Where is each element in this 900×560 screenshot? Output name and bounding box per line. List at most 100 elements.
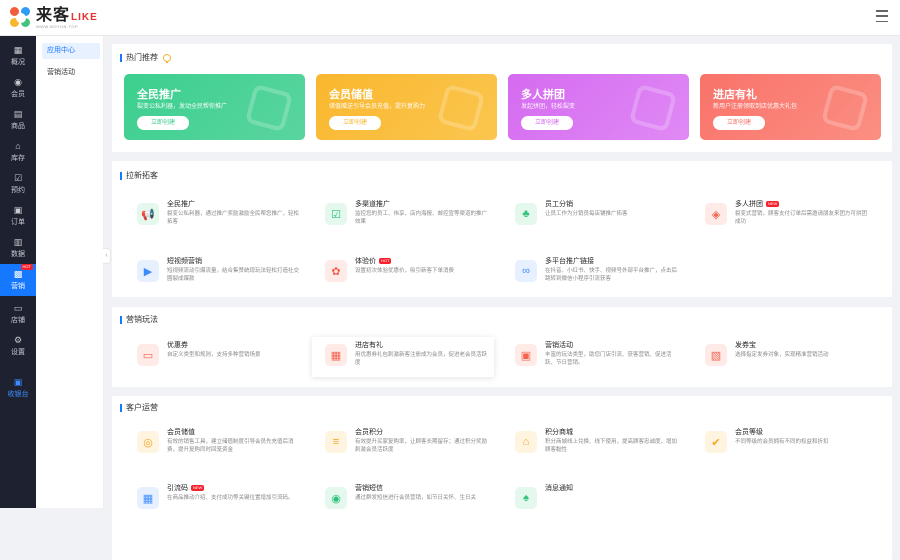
create-now-button[interactable]: 立即创建 [521,116,573,130]
sidebar-item-6[interactable]: ▥ 数据 [0,232,36,264]
section-title: 客户运营 [120,402,158,413]
sidebar-item-2[interactable]: ▤ 商品 [0,104,36,136]
sidebar-item-9[interactable]: ⚙ 设置 [0,330,36,362]
vip-level-icon: ✔ [705,431,727,453]
org-icon: ♣ [515,203,537,225]
data-icon: ▥ [13,237,23,247]
sidebar-item-label: 设置 [11,349,25,356]
sidebar-item-0[interactable]: ▦ 概况 [0,40,36,72]
section-panel-customer-ops: 客户运营 ◎ 会员储值 有效的销售工具，建立储值制度引导会员先充值后消费，提升复购同… [112,396,892,560]
card-title: 体验价 [355,258,376,265]
top-bar: 来客LIKE WWW.BOYUN.TOP [0,0,900,36]
user-icon: ◉ [14,77,22,87]
create-now-button[interactable]: 立即创建 [713,116,765,130]
price-tag-icon: ✿ [325,260,347,282]
subnav-marketing-activities[interactable]: 营销活动 [42,65,100,81]
collapse-sidebar-button[interactable]: ‹ [103,248,111,264]
sms-icon: ◉ [325,487,347,509]
bell-icon: ♠ [515,487,537,509]
card-description: 丰富的玩法类型，助您门店引流、获客营销、促进活跃、节日营销。 [545,352,672,366]
calendar-check-icon: ☑ [13,173,23,183]
banner-title: 进店有礼 [713,89,757,101]
sidebar-item-8[interactable]: ▭ 店铺 [0,298,36,330]
sidebar-item-3[interactable]: ⌂ 库存 [0,136,36,168]
card-title: 会员等级 [735,429,763,436]
promo-banner[interactable]: 多人拼团 发起拼团，轻松裂变 立即创建 [508,74,689,140]
logo[interactable]: 来客LIKE WWW.BOYUN.TOP [10,6,98,30]
card-description: 有效的销售工具，建立储值制度引导会员先充值后消费，提升复购同时回笼资金 [167,439,294,453]
subnav-app-center[interactable]: 应用中心 [42,43,100,59]
app-card[interactable]: ▭ 优惠券 自定义类型和规则，支持多种营销场景 [124,337,306,377]
card-description: 设置初次体验优惠价，吸引新客下单消费 [355,268,455,274]
card-title-row: 会员储值 [167,427,195,437]
sidebar-item-5[interactable]: ▣ 订单 [0,200,36,232]
banner-decoration-icon [630,85,676,131]
card-title-row: 会员积分 [355,427,383,437]
sidebar-item-label: 概况 [11,59,25,66]
video-icon: ▶ [137,260,159,282]
card-title: 短视频营销 [167,258,202,265]
app-card[interactable]: ◎ 会员储值 有效的销售工具，建立储值制度引导会员先充值后消费，提升复购同时回笼资金 [124,424,306,464]
promo-banner[interactable]: 全民推广裂变公私利器，发动全民帮你推广立即创建 [124,74,305,140]
card-title: 营销活动 [545,342,573,349]
banner-title: 全民推广 [137,89,181,101]
create-now-button[interactable]: 立即创建 [137,116,189,130]
megaphone-icon: 📢 [137,203,159,225]
app-card[interactable]: 📢 全民推广 裂变公私利器，通过推广奖励激励全民帮您推广，轻松拓客 [124,196,306,236]
grid-icon: ▦ [13,45,23,55]
banner-decoration-icon [246,85,292,131]
card-description: 裂变式营销，顾客支付订单后需邀请朋友来团方可拼团成功 [735,211,868,225]
banner-subtitle: 发起拼团，轻松裂变 [521,104,576,110]
sidebar-item-4[interactable]: ☑ 预约 [0,168,36,200]
card-title: 员工分销 [545,201,573,208]
app-card[interactable]: ⌂ 积分商城 积分商城线上兑换、线下使用，提高顾客忠诚度，增加顾客黏性 [502,424,684,464]
home-icon: ⌂ [15,141,21,151]
promo-banner[interactable]: 会员储值 储值赠送引导会员充值，提升复购力 立即创建 [316,74,497,140]
app-card[interactable]: ◉ 营销短信 通过群发短信进行会员营销，如节日关怀、生日关 [312,480,494,520]
app-card[interactable]: ∞ 多平台推广链接 在抖音、小红书、快手、视频号外部平台推广，点击后跳转到微信小程序… [502,253,684,293]
app-card[interactable]: ☑ 多渠道推广 监控您的员工、伟享、店内海报、邮控宣等渠道的推广效果 [312,196,494,236]
menu-toggle-icon[interactable] [876,10,888,22]
banner-subtitle: 新用户注册领取到店优惠大礼包 [713,104,798,110]
card-description: 监控您的员工、伟享、店内海报、邮控宣等渠道的推广效果 [355,211,488,225]
card-badge: NEW [766,201,780,207]
app-card[interactable]: ▶ 短视频营销 短视频流动引爆流量，结合集赞统现玩法轻松打造社交圈裂成爆款 [124,253,306,293]
app-card[interactable]: ▦ 进店有礼 用优惠券礼包刺激新客注册成为会员，促进老会员活跃度 [312,337,494,377]
sidebar-item-label: 收银台 [7,391,29,398]
app-card[interactable]: ✿ 体验价 HOT 设置初次体验优惠价，吸引新客下单消费 [312,253,494,293]
logo-sub-text: WWW.BOYUN.TOP [36,23,79,29]
card-title: 消息通知 [545,485,573,492]
card-title-row: 多渠道推广 [355,199,390,209]
app-card[interactable]: ♣ 员工分销 让员工作为分销员每店铺推广拓客 [502,196,684,236]
app-card[interactable]: ◈ 多人拼团 NEW 裂变式营销，顾客支付订单后需邀请朋友来团方可拼团成功 [692,196,874,236]
sidebar-item-label: 店铺 [11,317,25,324]
card-title: 多渠道推广 [355,201,390,208]
section-title: 营销玩法 [120,314,158,325]
card-title: 积分商城 [545,429,573,436]
sidebar-item-label: 数据 [11,251,25,258]
logo-main-text: 来客 [36,6,71,24]
sidebar-item-7[interactable]: ▩ 营销 HOT [0,264,36,296]
app-card[interactable]: ≡ 会员积分 有效提升买家复购率，让顾客长期留存；通过积分奖励刺激会员活跃度 [312,424,494,464]
app-card[interactable]: ▦ 引流码 NEW 在商品推动介绍、支付成功等关键位置增加引流码。 [124,480,306,520]
sidebar-item-1[interactable]: ◉ 会员 [0,72,36,104]
app-card[interactable]: ▧ 发券宝 选择指定发券对象，实现精准营销活动 [692,337,874,377]
card-title-row: 多人拼团 NEW [735,199,780,209]
voucher-icon: ▧ [705,344,727,366]
promo-banner[interactable]: 进店有礼新用户注册领取到店优惠大礼包立即创建 [700,74,881,140]
banner-title: 会员储值 [329,89,373,101]
app-card[interactable]: ♠ 消息通知 [502,480,684,520]
sidebar-item-10[interactable]: ▣ 收银台 [0,372,36,404]
hot-badge: HOT [20,264,33,270]
card-description: 裂变公私利器，通过推广奖励激励全民帮您推广，轻松拓客 [167,211,300,225]
app-card[interactable]: ✔ 会员等级 不同等级的会员拥有不同的权益和折扣 [692,424,874,464]
cashier-icon: ▣ [13,377,23,387]
create-now-button[interactable]: 立即创建 [329,116,381,130]
card-title-row: 进店有礼 [355,340,383,350]
card-title: 进店有礼 [355,342,383,349]
card-title: 优惠券 [167,342,188,349]
banner-subtitle: 裂变公私利器，发动全民帮你推广 [137,104,228,110]
section-title: 拉新拓客 [120,170,158,181]
app-card[interactable]: ▣ 营销活动 丰富的玩法类型，助您门店引流、获客营销、促进活跃、节日营销。 [502,337,684,377]
section-title: 热门推荐 [120,52,171,63]
